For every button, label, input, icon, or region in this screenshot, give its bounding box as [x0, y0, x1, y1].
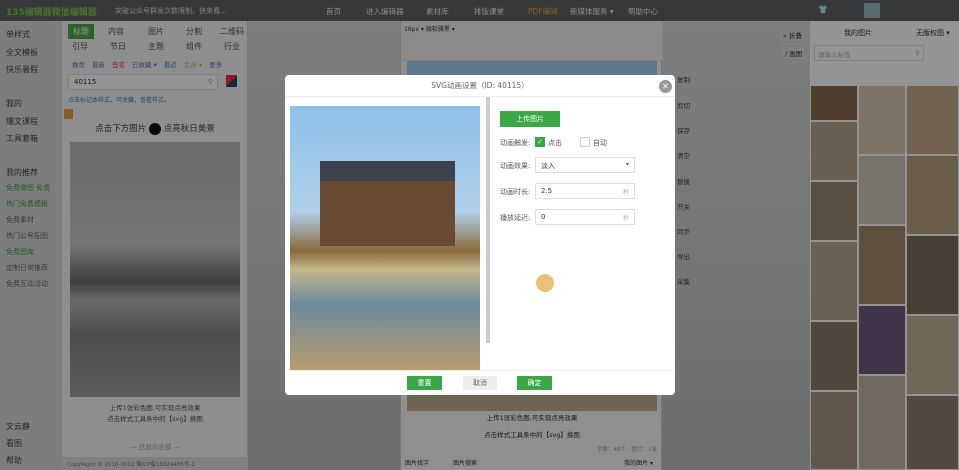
trigger-auto-checkbox[interactable] — [580, 137, 590, 147]
delay-input[interactable]: 0秒 — [535, 209, 635, 225]
dialog-preview-image — [290, 106, 480, 370]
preview-scrollbar[interactable] — [486, 97, 490, 343]
dialog-footer-divider — [285, 370, 675, 371]
svg-animation-dialog: SVG动画设置（ID: 40115） ✕ 上传图片 动画触发: ✓ 点击 自动 … — [285, 75, 675, 395]
effect-select[interactable]: 淡入 ▾ — [535, 157, 635, 173]
cursor-highlight — [536, 274, 554, 292]
chevron-down-icon: ▾ — [625, 161, 629, 168]
effect-label: 动画效果: — [500, 162, 531, 170]
close-icon[interactable]: ✕ — [659, 80, 672, 93]
effect-value: 淡入 — [541, 162, 555, 170]
delay-label: 播放延迟: — [500, 214, 531, 222]
cancel-button[interactable]: 取消 — [463, 376, 497, 390]
trigger-label: 动画触发: — [500, 139, 531, 147]
reset-button[interactable]: 重置 — [407, 376, 442, 390]
trigger-click-checkbox[interactable]: ✓ — [535, 137, 545, 147]
duration-unit: 秒 — [622, 189, 629, 196]
trigger-auto-label[interactable]: 自动 — [593, 138, 607, 148]
upload-image-button[interactable]: 上传图片 — [500, 111, 560, 127]
delay-unit: 秒 — [622, 215, 629, 222]
delay-value: 0 — [541, 213, 546, 221]
duration-value: 2.5 — [541, 187, 553, 195]
confirm-button[interactable]: 确定 — [517, 376, 552, 390]
duration-label: 动画时长: — [500, 188, 531, 196]
dialog-title: SVG动画设置（ID: 40115） — [285, 75, 675, 97]
duration-input[interactable]: 2.5 秒 — [535, 183, 635, 199]
trigger-click-label[interactable]: 点击 — [548, 138, 562, 148]
roof-shape — [320, 161, 455, 181]
